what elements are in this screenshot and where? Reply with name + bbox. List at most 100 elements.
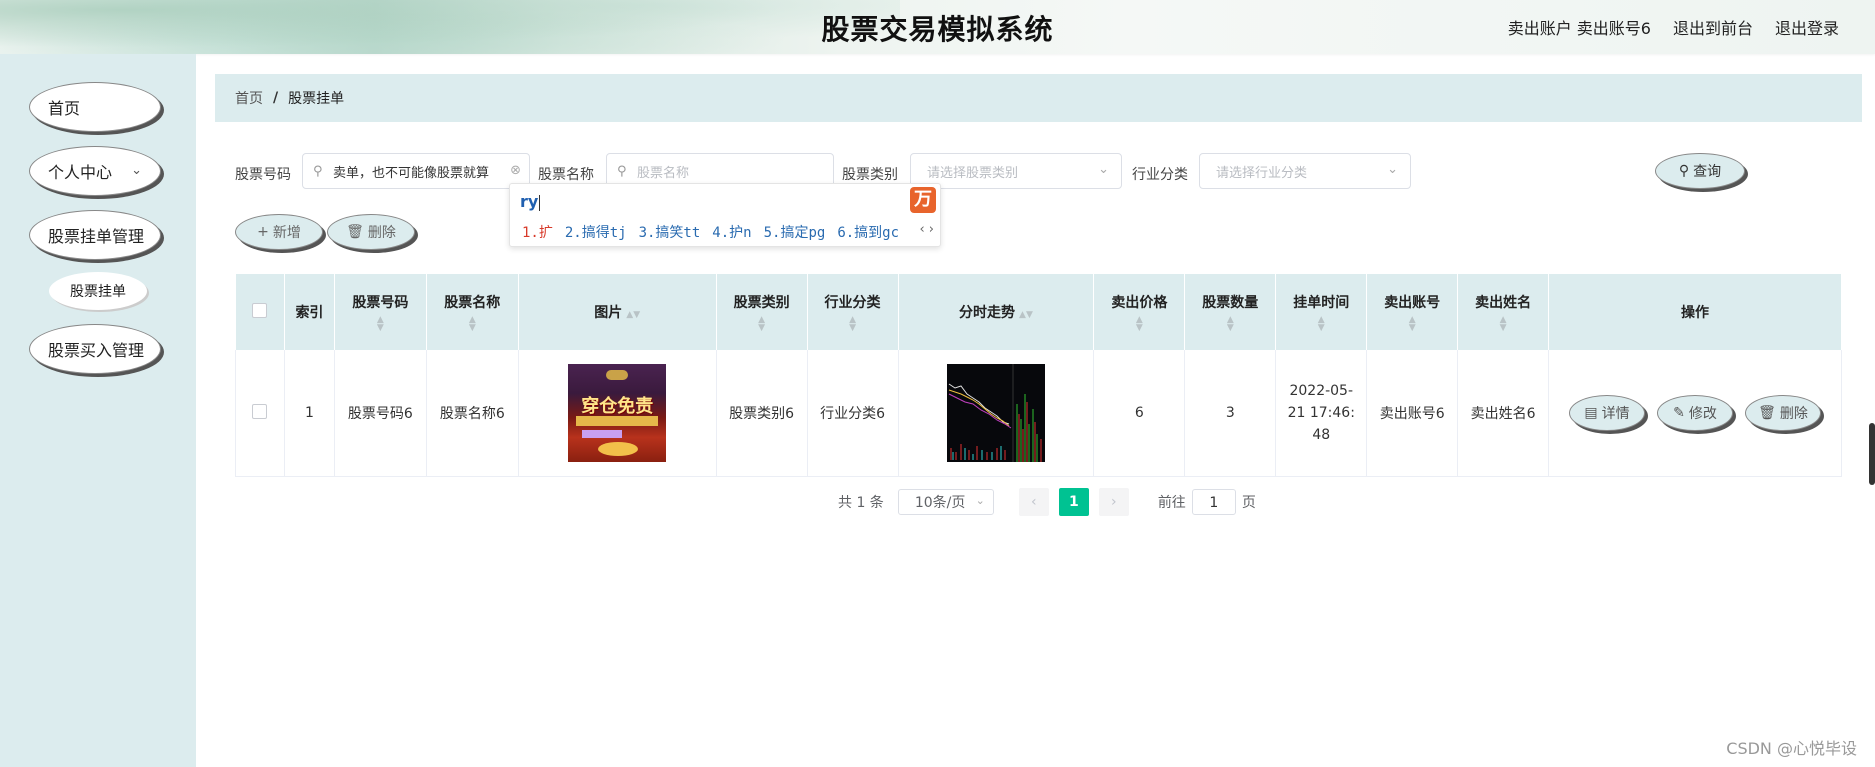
trend-chart-image[interactable] — [946, 364, 1045, 462]
page-scrollbar[interactable] — [1869, 423, 1875, 485]
row-delete-button[interactable]: 🗑 删除 — [1745, 395, 1822, 431]
logout-link[interactable]: 退出登录 — [1775, 15, 1839, 39]
ime-candidate[interactable]: 4.护n — [712, 222, 751, 242]
col-industry[interactable]: 行业分类 ▲ ▼ — [807, 274, 899, 350]
ime-page-arrows-icon[interactable]: ‹ › — [919, 222, 934, 237]
sidebar-item-home[interactable]: 首页 — [29, 82, 161, 132]
stock-code-input[interactable]: ⚲ 卖单，也不可能像股票就算 ⊗ — [302, 153, 530, 189]
col-seller[interactable]: 卖出姓名 ▲ ▼ — [1457, 274, 1550, 350]
col-qty-label: 股票数量 — [1202, 295, 1259, 311]
ime-candidate[interactable]: 6.搞到gc — [837, 222, 899, 242]
ime-typed-text: ry — [520, 192, 539, 211]
trend-chart-graphic — [946, 364, 1045, 462]
cell-trend — [898, 350, 1095, 477]
sort-icon[interactable]: ▲▼ — [1367, 316, 1457, 333]
select-all-cell[interactable] — [235, 274, 285, 350]
page-size-value: 10条/页 — [914, 495, 966, 511]
header: 股票交易模拟系统 卖出账户 卖出账号6 退出到前台 退出登录 — [0, 0, 1875, 54]
cell-time-text: 2022-05-21 17:46:48 — [1287, 383, 1355, 443]
page-size-select[interactable]: 10条/页 ⌄ — [897, 489, 994, 515]
cell-account: 卖出账号6 — [1366, 350, 1459, 477]
chevron-left-icon: ‹ — [1031, 494, 1037, 510]
trash-icon: 🗑 — [346, 224, 364, 240]
edit-button-label: 修改 — [1688, 406, 1717, 422]
ime-candidate[interactable]: 2.搞得tj — [565, 222, 627, 242]
user-account-label: 卖出账户 卖出账号6 — [1507, 19, 1651, 38]
prev-page-button[interactable]: ‹ — [1018, 488, 1049, 516]
breadcrumb-home[interactable]: 首页 — [235, 88, 263, 108]
col-seller-label: 卖出姓名 — [1475, 295, 1532, 311]
sidebar-item-personal-center[interactable]: 个人中心 ⌄ — [29, 146, 161, 196]
sort-icon[interactable]: ▲▼ — [808, 316, 898, 333]
sort-icon[interactable]: ▲▼ — [1185, 316, 1275, 333]
sidebar-item-order-management[interactable]: 股票挂单管理 — [29, 210, 161, 260]
query-button[interactable]: ⚲ 查询 — [1655, 153, 1745, 189]
row-checkbox[interactable] — [252, 403, 268, 419]
sidebar-item-buy-management[interactable]: 股票买入管理 — [29, 324, 161, 374]
col-price-label: 卖出价格 — [1111, 295, 1168, 311]
search-icon: ⚲ — [617, 164, 627, 179]
detail-button[interactable]: ▤ 详情 — [1569, 395, 1646, 431]
ime-candidate-popup: ry 万 1.扩 2.搞得tj 3.搞笑tt 4.护n 5.搞定pg 6.搞到g… — [509, 183, 941, 247]
search-icon: ⚲ — [313, 164, 323, 179]
sidebar-item-label: 股票挂单 — [70, 284, 126, 300]
trash-icon: 🗑 — [1758, 405, 1776, 421]
breadcrumb: 首页 / 股票挂单 — [215, 74, 1862, 122]
col-image[interactable]: 图片 ▲▼ — [518, 274, 717, 350]
row-select-cell[interactable] — [235, 350, 285, 477]
sidebar-item-label: 股票买入管理 — [48, 341, 145, 360]
sort-icon[interactable]: ▲▼ — [1019, 310, 1033, 320]
cell-price: 6 — [1093, 350, 1186, 477]
clear-icon[interactable]: ⊗ — [510, 163, 521, 178]
pagination: 共 1 条 10条/页 ⌄ ‹ 1 › 前往 1 页 — [838, 488, 1256, 516]
cell-ops: ▤ 详情 ✎ 修改 🗑 删除 — [1548, 350, 1842, 477]
chevron-right-icon: › — [1111, 494, 1117, 510]
search-icon: ⚲ — [1678, 163, 1690, 179]
stock-type-select[interactable]: 请选择股票类别 ⌄ — [910, 153, 1122, 189]
sort-icon[interactable]: ▲▼ — [427, 316, 518, 333]
col-code[interactable]: 股票号码 ▲ ▼ — [334, 274, 427, 350]
col-industry-label: 行业分类 — [824, 295, 881, 311]
cell-seller: 卖出姓名6 — [1457, 350, 1550, 477]
col-index: 索引 — [284, 274, 335, 350]
add-button[interactable]: + 新增 — [235, 214, 323, 250]
sidebar-subitem-stock-orders[interactable]: 股票挂单 — [49, 272, 147, 310]
col-price[interactable]: 卖出价格 ▲ ▼ — [1093, 274, 1186, 350]
detail-button-label: 详情 — [1601, 406, 1630, 422]
cell-code: 股票号码6 — [334, 350, 427, 477]
image-text: 穿仓免责 — [581, 396, 654, 417]
front-link[interactable]: 退出到前台 — [1673, 15, 1753, 39]
ime-candidate[interactable]: 5.搞定pg — [764, 222, 826, 242]
add-button-label: 新增 — [272, 225, 301, 241]
table-row: 1 股票号码6 股票名称6 穿仓免责 股票类别6 行业分类6 6 3 2022-… — [235, 350, 1842, 477]
col-code-label: 股票号码 — [352, 295, 409, 311]
next-page-button[interactable]: › — [1098, 488, 1129, 516]
col-account[interactable]: 卖出账号 ▲ ▼ — [1366, 274, 1459, 350]
sort-icon[interactable]: ▲▼ — [626, 310, 640, 320]
delete-button-label: 删除 — [367, 225, 396, 241]
sort-icon[interactable]: ▲▼ — [1458, 316, 1548, 333]
ime-candidate[interactable]: 1.扩 — [522, 222, 553, 242]
page-number-1[interactable]: 1 — [1058, 488, 1089, 516]
col-ops: 操作 — [1548, 274, 1842, 350]
stock-image[interactable]: 穿仓免责 — [568, 364, 667, 462]
col-type[interactable]: 股票类别 ▲ ▼ — [716, 274, 808, 350]
col-name[interactable]: 股票名称 ▲ ▼ — [426, 274, 519, 350]
select-all-checkbox[interactable] — [252, 302, 268, 318]
goto-page-input[interactable]: 1 — [1191, 489, 1236, 515]
sort-icon[interactable]: ▲▼ — [335, 316, 426, 333]
goto-suffix: 页 — [1241, 495, 1256, 511]
sort-icon[interactable]: ▲▼ — [1094, 316, 1184, 333]
col-time[interactable]: 挂单时间 ▲ ▼ — [1275, 274, 1368, 350]
image-logo — [606, 370, 629, 380]
col-trend[interactable]: 分时走势 ▲▼ — [898, 274, 1095, 350]
edit-button[interactable]: ✎ 修改 — [1657, 395, 1734, 431]
industry-select[interactable]: 请选择行业分类 ⌄ — [1199, 153, 1411, 189]
sort-icon[interactable]: ▲▼ — [1276, 316, 1366, 333]
batch-delete-button[interactable]: 🗑 删除 — [327, 214, 415, 250]
sort-icon[interactable]: ▲▼ — [717, 316, 807, 333]
row-delete-button-label: 删除 — [1779, 406, 1808, 422]
ime-candidate[interactable]: 3.搞笑tt — [639, 222, 701, 242]
cell-qty: 3 — [1184, 350, 1277, 477]
col-qty[interactable]: 股票数量 ▲ ▼ — [1184, 274, 1277, 350]
